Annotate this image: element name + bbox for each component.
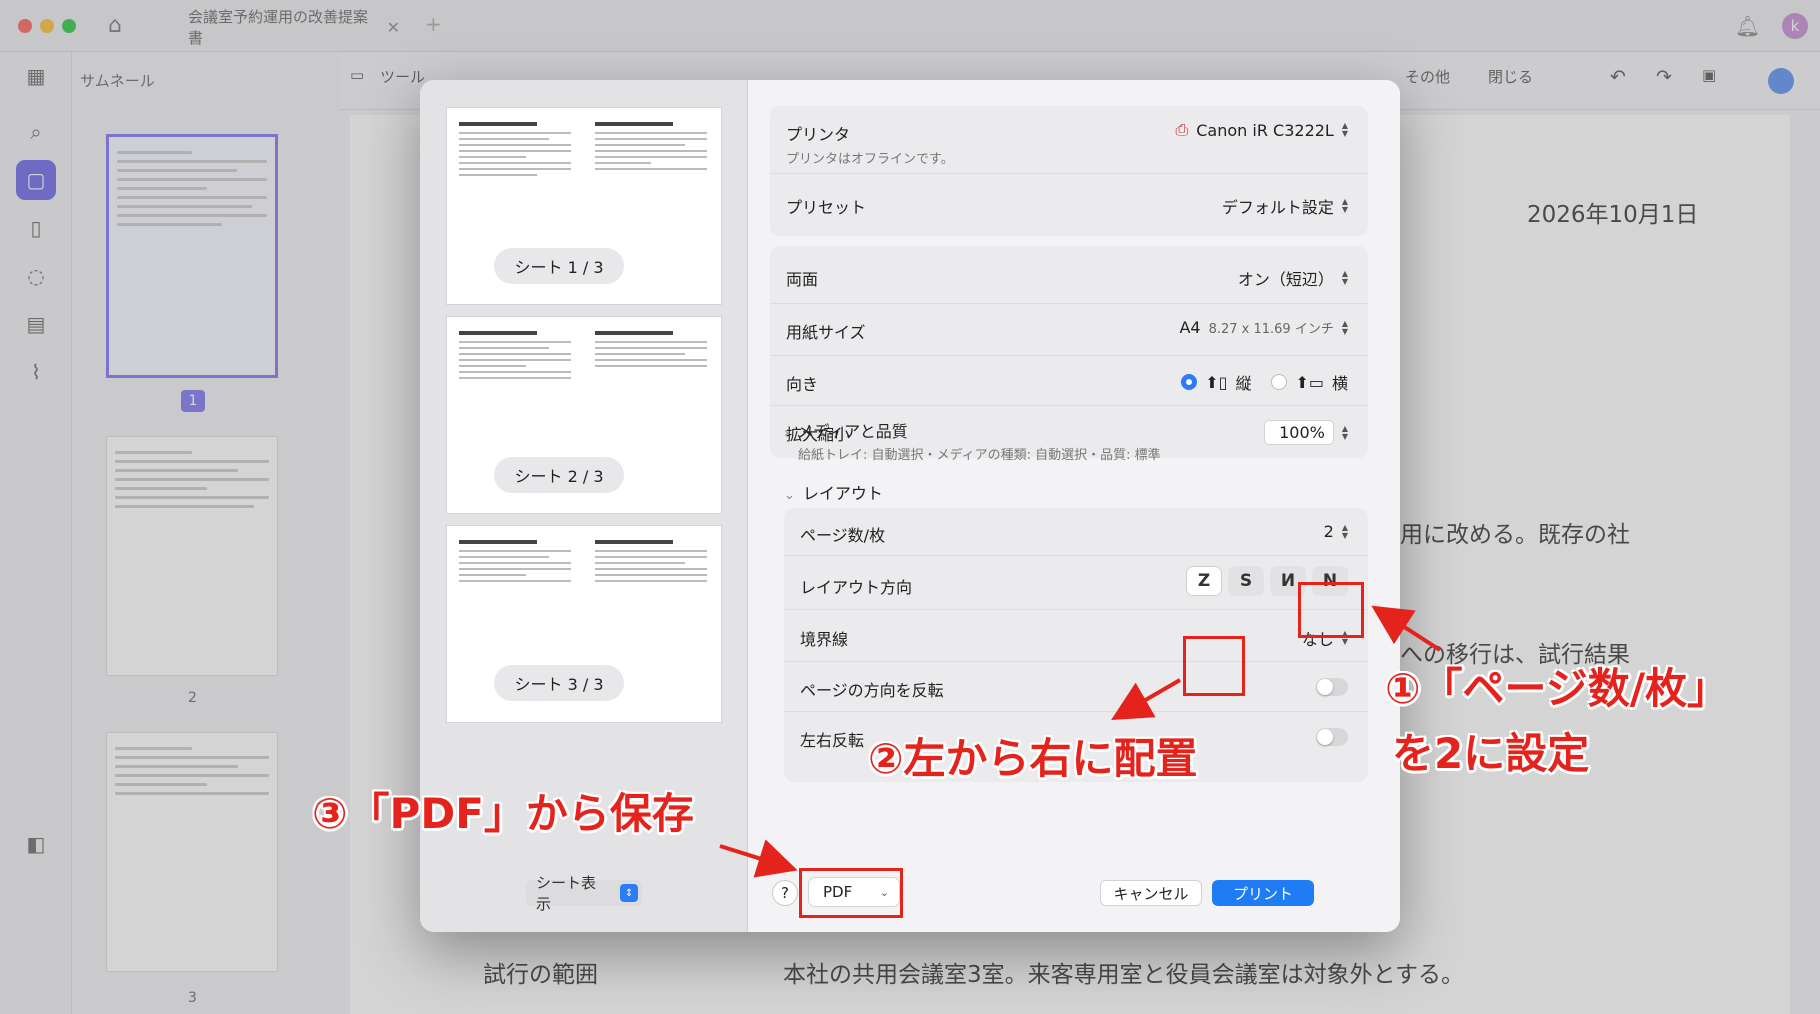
arrow-step1 xyxy=(1371,605,1442,652)
arrow-step2 xyxy=(1111,678,1182,721)
arrow-step3 xyxy=(719,839,798,878)
annotation-step1-line1: ①「ページ数/枚」 xyxy=(1385,664,1730,713)
annotation-step2: ②左から右に配置 xyxy=(868,734,1198,783)
annotation-step3: ③「PDF」から保存 xyxy=(312,789,694,838)
annotation-step1-line2: を2に設定 xyxy=(1392,729,1590,778)
annotation-arrows xyxy=(719,605,1442,878)
